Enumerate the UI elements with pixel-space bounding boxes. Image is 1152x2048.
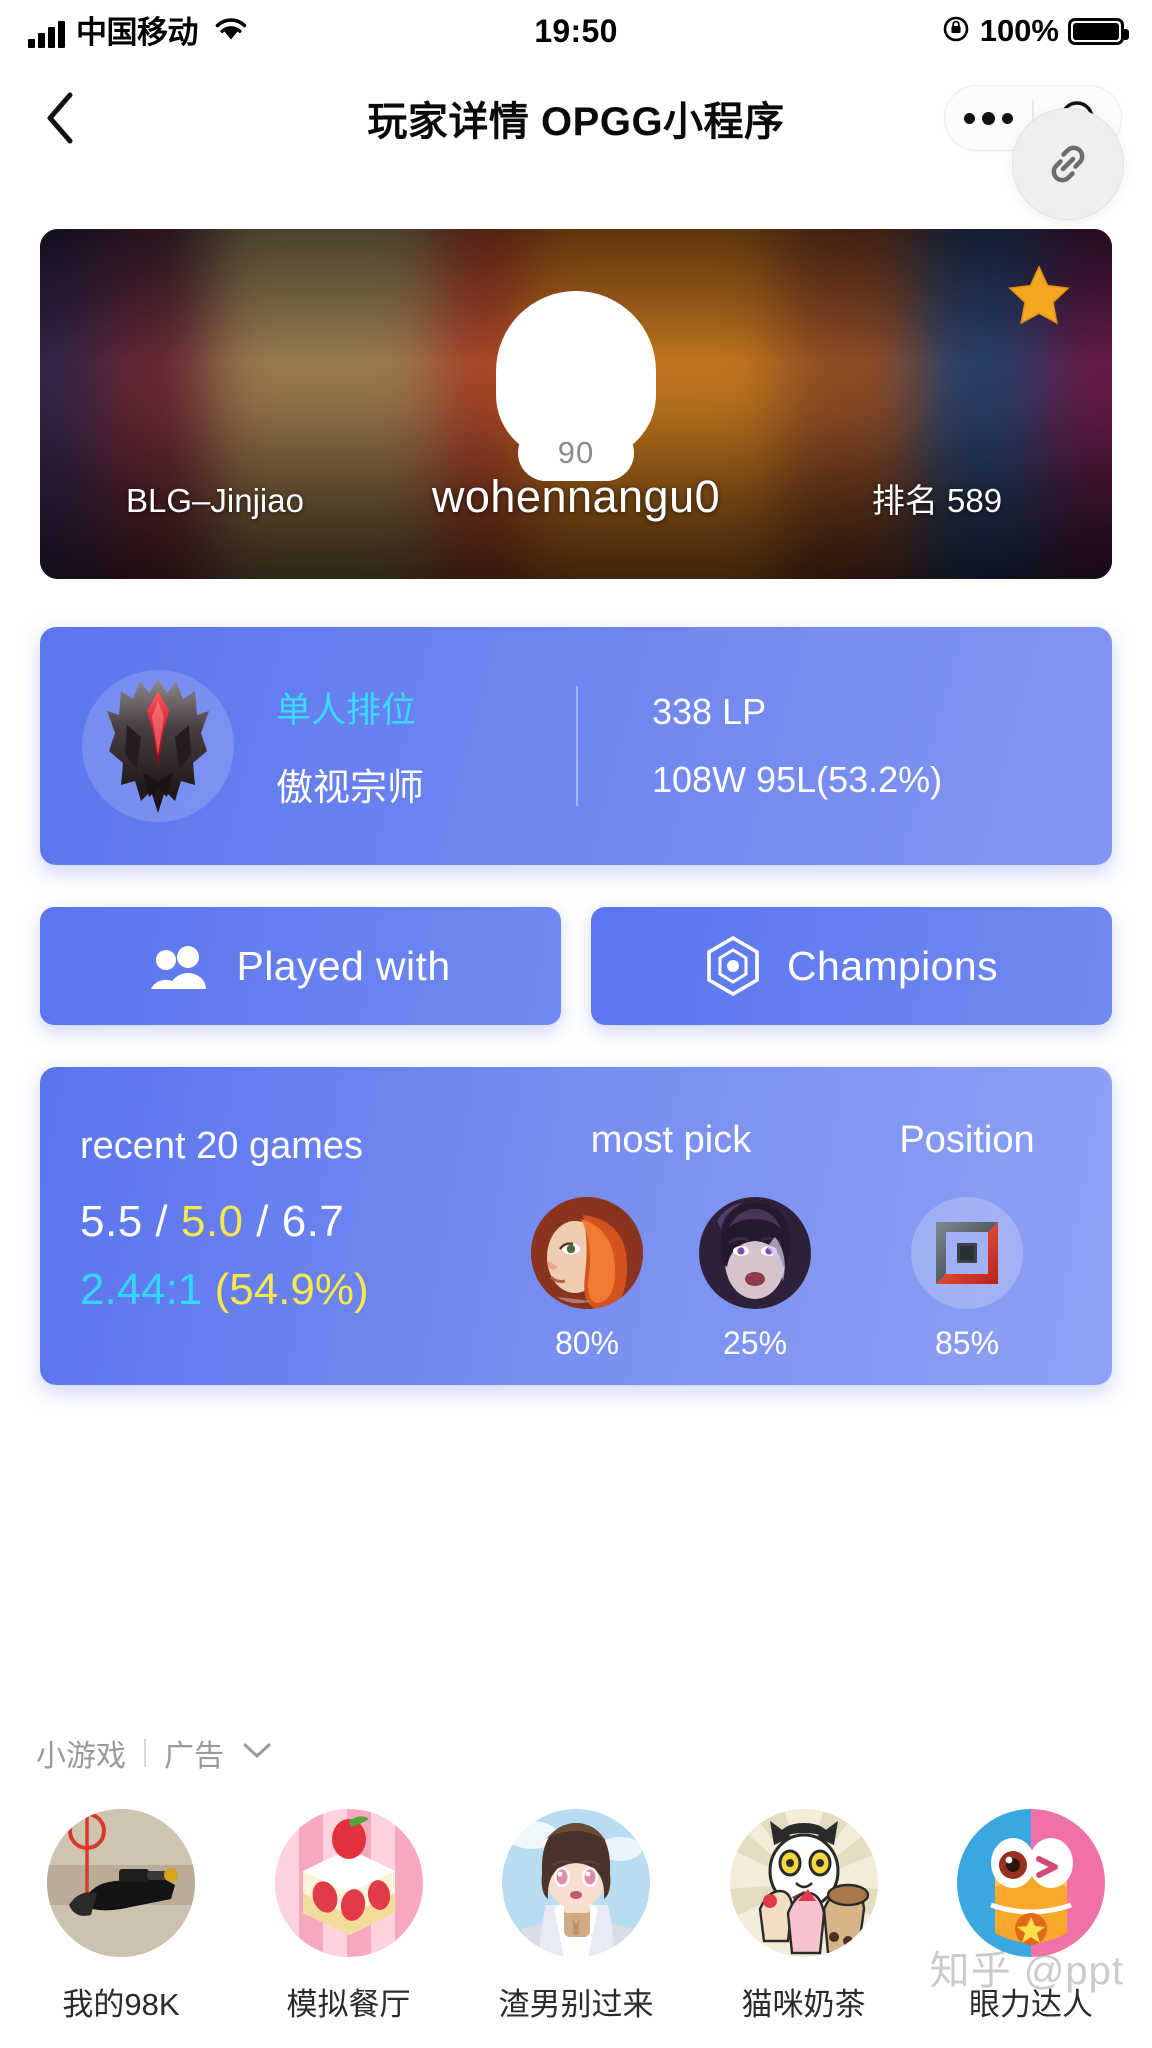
recent-stats-card[interactable]: recent 20 games most pick Position 5.5 /…: [40, 1067, 1112, 1385]
ad-item-label: 我的98K: [62, 1987, 180, 2022]
champion-portrait-purple: [699, 1197, 811, 1309]
kda-sep-2: /: [243, 1197, 282, 1246]
ad-item[interactable]: 模拟餐厅: [264, 1809, 434, 2024]
position-icon-wrapper: [911, 1197, 1023, 1309]
position-rate: 85%: [934, 1325, 1000, 1361]
tier-stats: 338 LP 108W 95L(53.2%): [652, 691, 942, 801]
champions-button[interactable]: Champions: [591, 907, 1112, 1025]
status-right: 100%: [941, 13, 1129, 49]
ad-item[interactable]: 猫咪奶茶: [719, 1809, 889, 2024]
champion-pick-rate: 25%: [722, 1325, 788, 1361]
kda-block: 5.5 / 5.0 / 6.7 2.44:1 (54.9%): [80, 1197, 480, 1315]
grandmaster-emblem-icon: [107, 679, 209, 813]
ad-section-header: 小游戏 广告: [36, 1731, 1116, 1775]
champions-label: Champions: [787, 942, 998, 989]
played-with-label: Played with: [236, 942, 451, 989]
share-link-button[interactable]: [1012, 108, 1124, 220]
mini-games-label: 小游戏: [36, 1740, 126, 1773]
eye-test-game-icon: [957, 1809, 1105, 1957]
kda-ratio-line: 2.44:1 (54.9%): [80, 1265, 480, 1315]
chevron-down-icon[interactable]: [242, 1742, 272, 1765]
status-bar: 中国移动 19:50 100%: [0, 0, 1152, 62]
ad-items-row: 我的98K 模拟餐厅 渣男别过来 猫咪奶茶 眼力达人: [36, 1809, 1116, 2024]
ad-item-label: 眼力达人: [969, 1987, 1093, 2022]
header-divider: [144, 1739, 146, 1767]
battery-percent-label: 100%: [979, 13, 1059, 48]
most-picked-champions: 80% 25%: [480, 1197, 862, 1362]
ad-item[interactable]: 我的98K: [36, 1809, 206, 2024]
favorite-star-icon[interactable]: [1008, 265, 1070, 330]
people-icon: [151, 946, 207, 989]
recent-games-header: recent 20 games: [80, 1125, 364, 1167]
champion-pick-rate: 80%: [554, 1325, 620, 1361]
league-points-label: 338 LP: [652, 691, 767, 732]
mini-games-ad-section: 小游戏 广告 我的98K 模拟餐厅 渣男别过来 猫咪奶茶 眼力达人 知乎 @pp…: [0, 1731, 1152, 2048]
most-pick-header: most pick: [590, 1119, 752, 1161]
tier-emblem-wrapper: [82, 670, 234, 822]
ad-item[interactable]: 渣男别过来: [491, 1809, 661, 2024]
ad-item-label: 渣男别过来: [498, 1987, 654, 2022]
hexagon-champion-icon: [707, 935, 759, 997]
player-avatar-block: 90: [496, 291, 656, 481]
sniper-game-icon: [47, 1809, 195, 1957]
tier-card[interactable]: 单人排位 傲视宗师 338 LP 108W 95L(53.2%): [40, 627, 1112, 865]
summoner-name: wohennangu0: [431, 471, 721, 522]
tier-card-divider: [576, 686, 578, 806]
kda-deaths: 5.0: [180, 1197, 244, 1246]
kda-kills: 5.5: [80, 1197, 143, 1246]
kda-ratio-value: 2.44:1: [80, 1265, 203, 1314]
kda-assists: 6.7: [281, 1197, 345, 1246]
ladder-rank-label: 排名 589: [871, 482, 1003, 519]
team-tag: BLG–Jinjiao: [126, 482, 304, 519]
cake-game-icon: [274, 1809, 423, 1957]
tier-name-label: 傲视宗师: [276, 766, 424, 808]
lane-position-icon: [936, 1222, 998, 1284]
win-rate-value: (54.9%): [214, 1265, 369, 1314]
app-screen: 中国移动 19:50 100% 玩家详情 OPGG小程序 90 BLG–Jinj…: [0, 0, 1152, 2048]
position-block[interactable]: 85%: [862, 1197, 1072, 1362]
tier-info: 单人排位 傲视宗师: [276, 682, 576, 811]
ad-item-label: 模拟餐厅: [286, 1987, 411, 2022]
level-value: 90: [557, 435, 595, 470]
rotation-lock-icon: [941, 14, 971, 49]
stats-header-row: recent 20 games most pick Position: [80, 1119, 1072, 1168]
kda-sep-1: /: [142, 1197, 181, 1246]
champion-portrait-red: [531, 1197, 643, 1309]
more-dots-icon: [964, 111, 1014, 125]
ad-item[interactable]: 眼力达人: [946, 1809, 1116, 2024]
cat-milktea-game-icon: [729, 1809, 878, 1957]
kda-line: 5.5 / 5.0 / 6.7: [80, 1197, 480, 1247]
anime-girl-game-icon: [502, 1809, 650, 1957]
profile-banner: 90 BLG–Jinjiao wohennangu0 排名 589: [40, 229, 1112, 579]
win-loss-label: 108W 95L(53.2%): [652, 759, 943, 800]
played-with-button[interactable]: Played with: [40, 907, 561, 1025]
stats-body-row: 5.5 / 5.0 / 6.7 2.44:1 (54.9%) 80% 25% 8…: [80, 1197, 1072, 1362]
ad-item-label: 猫咪奶茶: [741, 1987, 866, 2022]
ad-label: 广告: [164, 1740, 224, 1773]
link-icon: [1051, 145, 1085, 183]
position-header: Position: [899, 1119, 1035, 1161]
champion-item[interactable]: 80%: [531, 1197, 643, 1362]
champion-item[interactable]: 25%: [699, 1197, 811, 1362]
battery-full-icon: [1068, 17, 1129, 45]
queue-type-label: 单人排位: [276, 690, 417, 730]
nav-bar: 玩家详情 OPGG小程序: [0, 62, 1152, 174]
action-button-row: Played with Champions: [40, 907, 1112, 1025]
banner-info-row: BLG–Jinjiao wohennangu0 排名 589: [40, 471, 1112, 523]
